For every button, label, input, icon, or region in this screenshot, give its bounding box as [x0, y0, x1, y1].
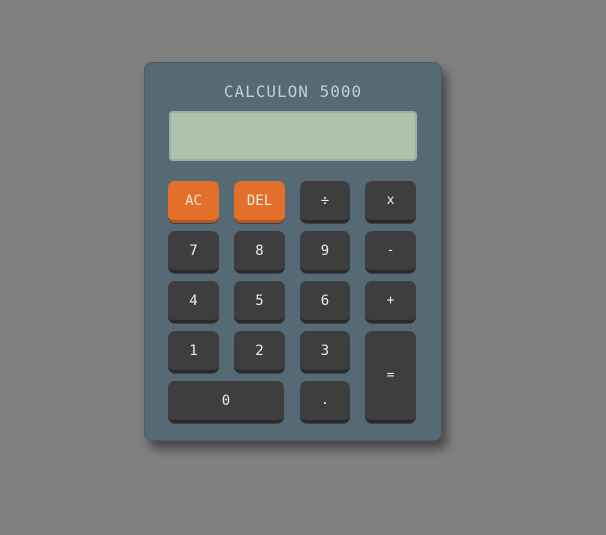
digit-6-button[interactable]: 6: [300, 281, 350, 323]
digit-2-button[interactable]: 2: [234, 331, 285, 373]
digit-9-button[interactable]: 9: [300, 231, 350, 273]
digit-8-button[interactable]: 8: [234, 231, 285, 273]
clear-all-button[interactable]: AC: [168, 181, 219, 223]
minus-button[interactable]: -: [365, 231, 416, 273]
digit-7-button[interactable]: 7: [168, 231, 219, 273]
digit-5-button[interactable]: 5: [234, 281, 285, 323]
multiply-button[interactable]: x: [365, 181, 416, 223]
digit-0-button[interactable]: 0: [168, 381, 284, 423]
calculator-title: CALCULON 5000: [223, 82, 363, 101]
digit-1-button[interactable]: 1: [168, 331, 219, 373]
digit-4-button[interactable]: 4: [168, 281, 219, 323]
plus-button[interactable]: +: [365, 281, 416, 323]
divide-button[interactable]: ÷: [300, 181, 350, 223]
equals-button[interactable]: =: [365, 331, 416, 423]
calculator-display: [169, 111, 417, 161]
decimal-point-button[interactable]: .: [300, 381, 350, 423]
delete-button[interactable]: DEL: [234, 181, 285, 223]
calculator: CALCULON 5000 AC DEL ÷ x 7 8 9 - 4 5 6 +…: [144, 62, 442, 441]
digit-3-button[interactable]: 3: [300, 331, 350, 373]
